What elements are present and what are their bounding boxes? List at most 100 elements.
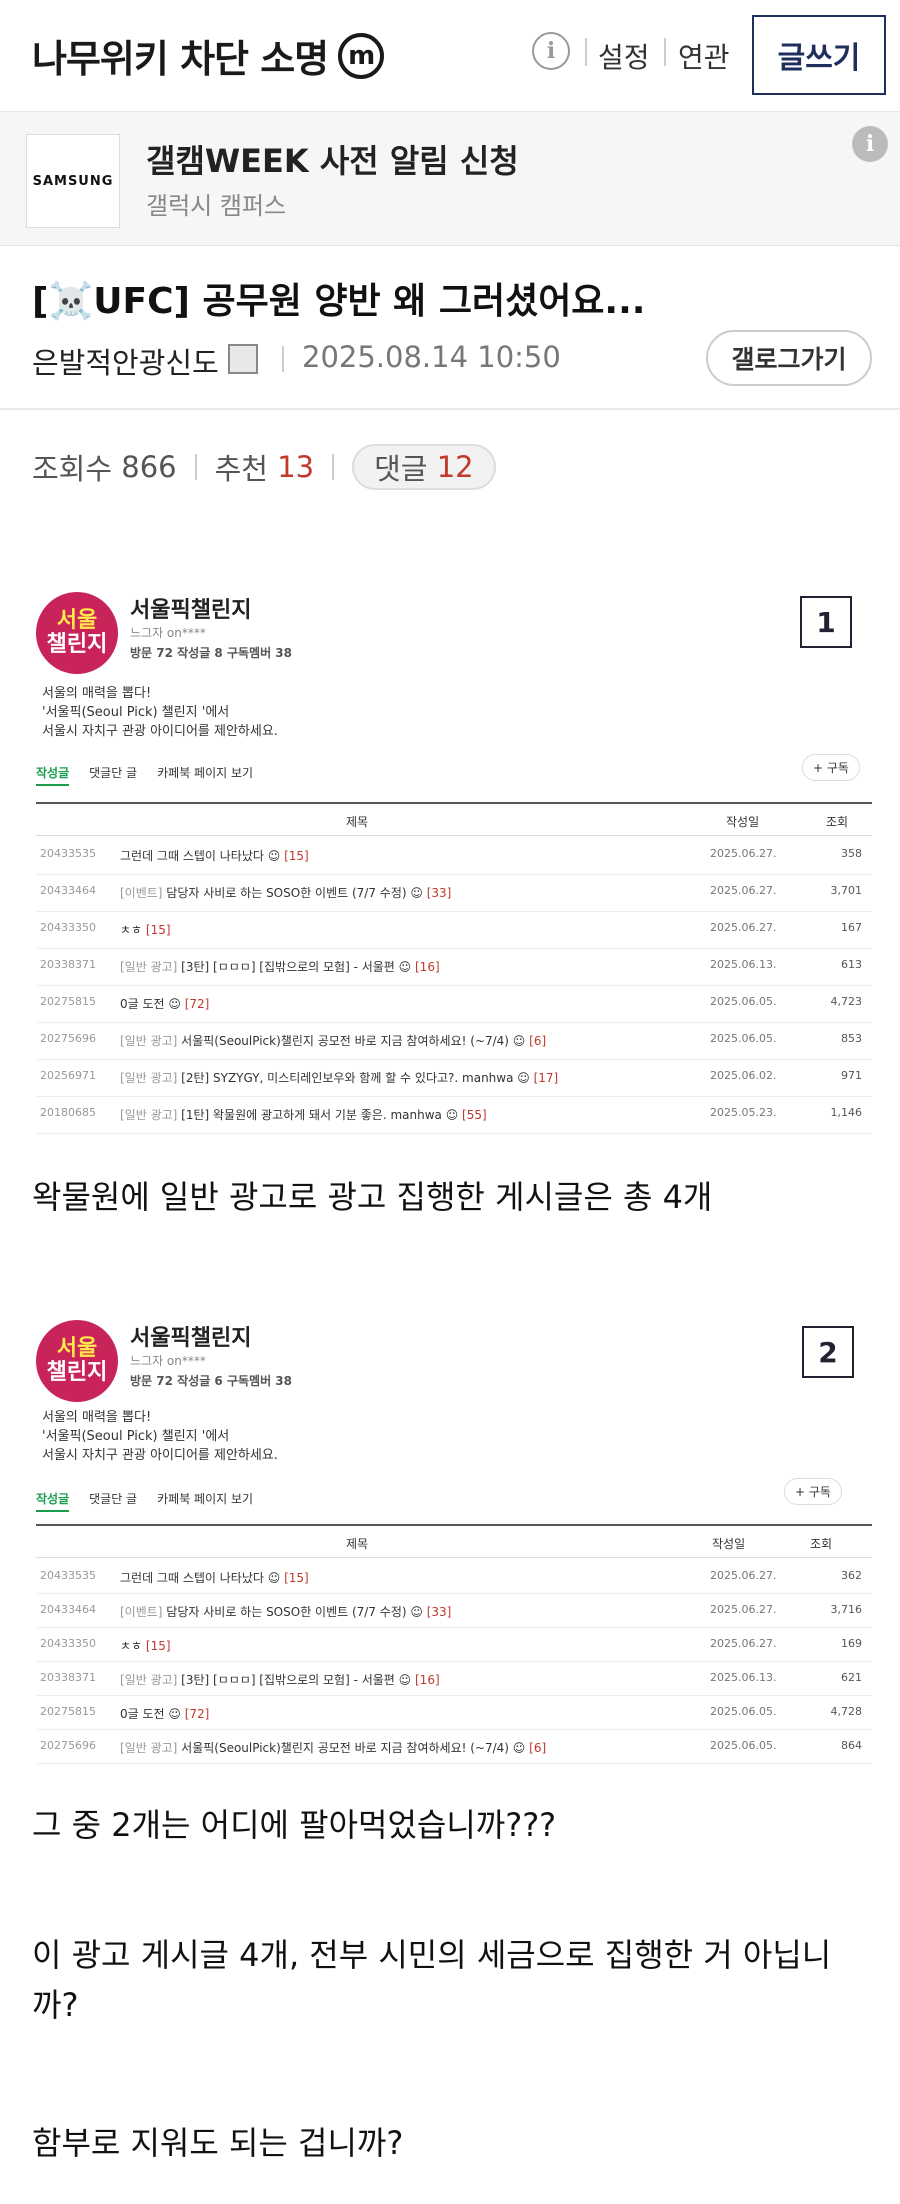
post-title-cell[interactable]: 0글 도전 ☺ [72]: [120, 1705, 209, 1722]
post-date-cell: 2025.06.27.: [710, 1569, 777, 1582]
tab-posts[interactable]: 작성글: [36, 1490, 70, 1512]
divider: [194, 454, 197, 480]
post-category: [일반 광고]: [120, 1071, 178, 1085]
cafe-logo-text: 서울: [56, 1336, 98, 1361]
table-row[interactable]: 20433350 ㅊㅎ [15] 2025.06.27. 169: [36, 1628, 872, 1662]
ad-banner[interactable]: SAMSUNG 갤캠WEEK 사전 알림 신청 갤럭시 캠퍼스 i: [0, 112, 900, 246]
post-id: 20433350: [40, 921, 96, 934]
post-date-cell: 2025.06.13.: [710, 958, 777, 971]
col-title: 제목: [346, 815, 369, 829]
divider: [585, 38, 587, 66]
ad-title[interactable]: 갤캠WEEK 사전 알림 신청: [146, 136, 519, 182]
post-title-cell[interactable]: [일반 광고] [2탄] SYZYGY, 미스티레인보우와 함께 할 수 있다고…: [120, 1069, 558, 1086]
post-views-cell: 864: [841, 1739, 862, 1752]
divider: [664, 38, 666, 66]
table-row[interactable]: 20338371 [일반 광고] [3탄] [ㅁㅁㅁ] [집밖으로의 모험] - …: [36, 949, 872, 986]
body-paragraph: 왁물원에 일반 광고로 광고 집행한 게시글은 총 4개: [32, 1178, 713, 1216]
post-id: 20433464: [40, 884, 96, 897]
comments-button[interactable]: 댓글 12: [352, 444, 496, 490]
post-id: 20275696: [40, 1032, 96, 1045]
subscribe-button[interactable]: + 구독: [784, 1478, 842, 1505]
post-category: [일반 광고]: [120, 1673, 178, 1687]
samsung-logo: SAMSUNG: [26, 134, 120, 228]
post-views-cell: 358: [841, 847, 862, 860]
post-stats: 조회수 866 추천 13 댓글 12: [32, 444, 496, 490]
member-level: 느그자 on****: [130, 1354, 206, 1368]
table-row[interactable]: 20433535 그런데 그때 스텝이 나타났다 ☺ [15] 2025.06.27…: [36, 838, 872, 875]
tab-comments[interactable]: 댓글단 글: [89, 764, 137, 786]
post-title-cell[interactable]: 0글 도전 ☺ [72]: [120, 995, 209, 1012]
post-date-cell: 2025.06.05.: [710, 1739, 777, 1752]
cafe-description: 서울의 매력을 뽑다! '서울픽(Seoul Pick) 챌린지 '에서 서울시…: [42, 1408, 278, 1465]
fixed-nick-icon: [228, 344, 258, 374]
post-category: [일반 광고]: [120, 1741, 178, 1755]
post-category: [이벤트]: [120, 886, 163, 900]
post-views-cell: 3,716: [830, 1603, 863, 1616]
post-title: [☠️UFC] 공무원 양반 왜 그러셨어요...: [32, 281, 646, 322]
post-title-cell[interactable]: 그런데 그때 스텝이 나타났다 ☺ [15]: [120, 847, 309, 864]
site-title[interactable]: 나무위키 차단 소명 m: [32, 28, 385, 83]
table-row[interactable]: 20275815 0글 도전 ☺ [72] 2025.06.05. 4,723: [36, 986, 872, 1023]
post-title-text: 0글 도전 ☺: [120, 1707, 181, 1721]
table-row[interactable]: 20433535 그런데 그때 스텝이 나타났다 ☺ [15] 2025.06.27…: [36, 1560, 872, 1594]
cafe-name: 서울픽챌린지: [130, 598, 252, 623]
table-row[interactable]: 20338371 [일반 광고] [3탄] [ㅁㅁㅁ] [집밖으로의 모험] - …: [36, 1662, 872, 1696]
tab-comments[interactable]: 댓글단 글: [89, 1490, 137, 1512]
ad-info-icon[interactable]: i: [852, 126, 888, 162]
table-row[interactable]: 20256971 [일반 광고] [2탄] SYZYGY, 미스티레인보우와 함께…: [36, 1060, 872, 1097]
post-title-cell[interactable]: 그런데 그때 스텝이 나타났다 ☺ [15]: [120, 1569, 309, 1586]
post-title-text: ㅊㅎ: [120, 923, 143, 937]
post-title-text: 0글 도전 ☺: [120, 997, 181, 1011]
post-views-cell: 169: [841, 1637, 862, 1650]
table-row[interactable]: 20275696 [일반 광고] 서울픽(SeoulPick)챌린지 공모전 바로…: [36, 1730, 872, 1764]
post-id: 20433535: [40, 847, 96, 860]
post-title-cell[interactable]: ㅊㅎ [15]: [120, 921, 171, 938]
tab-cafebook[interactable]: 카페북 페이지 보기: [157, 764, 253, 786]
post-title-cell[interactable]: [일반 광고] [3탄] [ㅁㅁㅁ] [집밖으로의 모험] - 서울편 ☺ [1…: [120, 1671, 440, 1688]
gallog-button[interactable]: 갤로그가기: [706, 330, 872, 386]
post-views-cell: 853: [841, 1032, 862, 1045]
post-title-cell[interactable]: [이벤트] 담당자 사비로 하는 SOSO한 이벤트 (7/7 수정) ☺ [3…: [120, 1603, 451, 1620]
table-row[interactable]: 20275696 [일반 광고] 서울픽(SeoulPick)챌린지 공모전 바로…: [36, 1023, 872, 1060]
tab-cafebook[interactable]: 카페북 페이지 보기: [157, 1490, 253, 1512]
col-views: 조회: [810, 1537, 833, 1551]
post-views-cell: 362: [841, 1569, 862, 1582]
author-name[interactable]: 은발적안광신도: [32, 340, 219, 382]
related-link[interactable]: 연관: [678, 36, 730, 76]
table-row[interactable]: 20433350 ㅊㅎ [15] 2025.06.27. 167: [36, 912, 872, 949]
cafe-stats: 방문 72 작성글 8 구독멤버 38: [130, 646, 292, 660]
comment-count: [6]: [529, 1741, 547, 1755]
post-title-text: [3탄] [ㅁㅁㅁ] [집밖으로의 모험] - 서울편 ☺: [177, 1673, 412, 1687]
post-title-text: 그런데 그때 스텝이 나타났다 ☺: [120, 1571, 281, 1585]
post-views-cell: 613: [841, 958, 862, 971]
comment-count: [16]: [415, 960, 440, 974]
comments-label: 댓글: [374, 452, 428, 486]
info-icon[interactable]: i: [532, 32, 570, 70]
table-row[interactable]: 20433464 [이벤트] 담당자 사비로 하는 SOSO한 이벤트 (7/7 …: [36, 875, 872, 912]
subscribe-button[interactable]: + 구독: [802, 754, 860, 781]
embedded-screenshot-2: 서울 챌린지 서울픽챌린지 느그자 on**** 방문 72 작성글 6 구독멤…: [28, 1312, 872, 1782]
recommend-label: 추천: [214, 452, 268, 486]
post-title-cell[interactable]: [일반 광고] [1탄] 왁물원에 광고하게 돼서 기분 좋은. manhwa …: [120, 1106, 487, 1123]
post-id: 20433464: [40, 1603, 96, 1616]
post-title-cell[interactable]: [일반 광고] 서울픽(SeoulPick)챌린지 공모전 바로 지금 참여하세…: [120, 1032, 546, 1049]
write-button[interactable]: 글쓰기: [752, 15, 886, 95]
post-title-cell[interactable]: [일반 광고] [3탄] [ㅁㅁㅁ] [집밖으로의 모험] - 서울편 ☺ [1…: [120, 958, 440, 975]
post-views-cell: 4,723: [830, 995, 863, 1008]
table-row[interactable]: 20433464 [이벤트] 담당자 사비로 하는 SOSO한 이벤트 (7/7 …: [36, 1594, 872, 1628]
post-category: [일반 광고]: [120, 1034, 178, 1048]
post-title-cell[interactable]: [이벤트] 담당자 사비로 하는 SOSO한 이벤트 (7/7 수정) ☺ [3…: [120, 884, 451, 901]
post-title-cell[interactable]: [일반 광고] 서울픽(SeoulPick)챌린지 공모전 바로 지금 참여하세…: [120, 1739, 546, 1756]
table-row[interactable]: 20180685 [일반 광고] [1탄] 왁물원에 광고하게 돼서 기분 좋은.…: [36, 1097, 872, 1134]
settings-link[interactable]: 설정: [598, 36, 650, 76]
body-line: 까?: [32, 1986, 79, 2024]
comment-count: [17]: [533, 1071, 559, 1085]
comment-count: [15]: [145, 923, 171, 937]
site-title-text: 나무위키 차단 소명: [32, 37, 329, 81]
tab-posts[interactable]: 작성글: [36, 764, 70, 786]
table-row[interactable]: 20275815 0글 도전 ☺ [72] 2025.06.05. 4,728: [36, 1696, 872, 1730]
post-title-cell[interactable]: ㅊㅎ [15]: [120, 1637, 171, 1654]
post-views-cell: 621: [841, 1671, 862, 1684]
post-category: [이벤트]: [120, 1605, 163, 1619]
views-count: 866: [121, 450, 177, 484]
